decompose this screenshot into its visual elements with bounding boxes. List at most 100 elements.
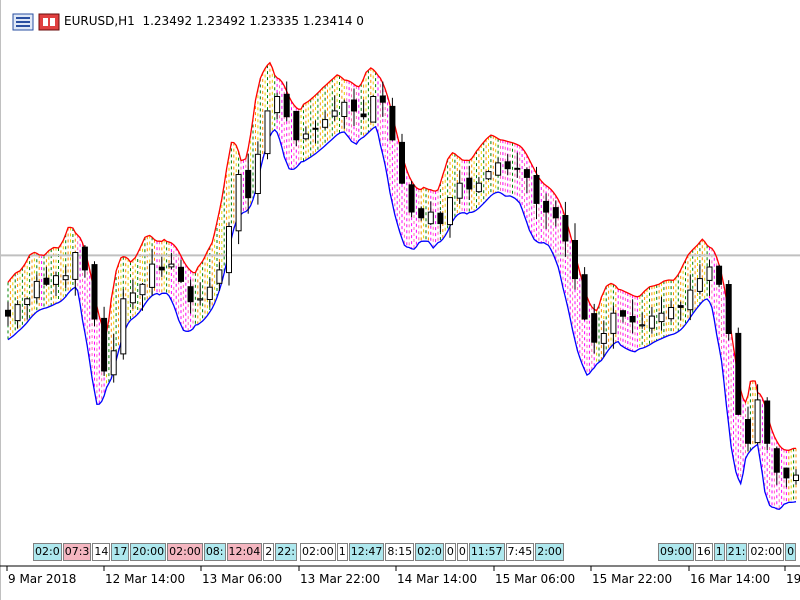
candle-body — [677, 305, 684, 308]
chart-window[interactable]: EURUSD,H1 1.23492 1.23492 1.23335 1.2341… — [0, 0, 800, 600]
candle-body — [668, 307, 675, 320]
candle-body — [101, 317, 108, 372]
candle-body — [302, 133, 309, 140]
candle-body — [552, 207, 559, 219]
time-tag[interactable]: 1 — [713, 543, 725, 561]
candle-body — [226, 226, 232, 274]
candle-body — [764, 400, 771, 444]
time-tag[interactable]: 21: — [725, 543, 748, 561]
candle-body — [399, 141, 405, 184]
window-restore-icon[interactable] — [38, 12, 60, 32]
x-tick-label: 19 — [786, 572, 800, 586]
time-tag[interactable]: 02:00 — [300, 543, 336, 561]
candle-body — [600, 333, 607, 344]
time-tag[interactable]: 02:0 — [33, 543, 62, 561]
time-tag[interactable]: 12:47 — [348, 543, 385, 561]
low-value: 1.23335 — [249, 14, 299, 28]
candle-body — [687, 289, 694, 311]
time-tag[interactable]: 17 — [111, 543, 130, 561]
candle-body — [427, 211, 434, 225]
candle-body — [360, 113, 367, 118]
x-tick-label: 14 Mar 14:00 — [397, 572, 478, 586]
time-tag[interactable]: 02:0 — [415, 543, 444, 561]
candle-body — [206, 286, 213, 301]
candle-body — [312, 127, 319, 130]
candle-body — [716, 265, 723, 285]
time-tag[interactable]: 1 — [336, 543, 348, 561]
candle-body — [149, 263, 156, 288]
candle-body — [187, 286, 194, 303]
candle-body — [24, 298, 31, 305]
candle-body — [437, 212, 444, 225]
time-tag[interactable]: 22: — [275, 543, 297, 561]
candle-body — [620, 310, 626, 317]
candle-body — [706, 266, 713, 281]
candle-body — [53, 275, 59, 285]
high-value: 1.23492 — [195, 14, 246, 28]
candle-body — [178, 266, 184, 282]
candle-body — [504, 161, 511, 170]
candle-body — [773, 448, 780, 473]
close-value: 1.23414 — [302, 14, 353, 28]
x-tick-label: 15 Mar 22:00 — [592, 572, 673, 586]
candle-body — [523, 169, 530, 178]
volume-value: 0 — [356, 14, 364, 28]
time-tag[interactable]: 11:57 — [468, 543, 505, 561]
candle-body — [572, 240, 578, 280]
candle-body — [533, 175, 540, 204]
candle-body — [254, 153, 261, 195]
candle-body — [91, 264, 98, 320]
time-tag[interactable]: 09:00 — [658, 543, 694, 561]
candle-body — [341, 101, 348, 118]
time-tag[interactable]: 02:00 — [748, 543, 785, 561]
candle-body — [389, 105, 396, 141]
candle-body — [581, 274, 588, 320]
candle-body — [514, 167, 521, 170]
time-tag[interactable]: 2 — [263, 543, 275, 561]
time-tag[interactable]: 0 — [785, 543, 797, 561]
time-tag[interactable]: 2:00 — [535, 543, 564, 561]
x-tick-label: 15 Mar 06:00 — [495, 572, 576, 586]
time-tag[interactable]: 0 — [444, 543, 456, 561]
candle-body — [475, 182, 482, 193]
time-tag[interactable]: 7:45 — [505, 543, 535, 561]
chart-list-icon[interactable] — [12, 12, 34, 32]
candle-body — [139, 283, 146, 296]
time-tag[interactable]: 02:00 — [167, 543, 203, 561]
candle-body — [456, 182, 463, 199]
symbol-label: EURUSD,H1 — [64, 14, 135, 28]
candle-body — [110, 350, 117, 376]
candle-body — [322, 119, 329, 128]
price-chart[interactable] — [0, 0, 800, 600]
candle-body — [62, 275, 69, 281]
time-tag[interactable]: 16 — [694, 543, 713, 561]
upper-band-line — [7, 61, 796, 451]
candle-body — [562, 215, 569, 242]
candle-body — [33, 280, 40, 299]
candle-body — [5, 309, 11, 317]
candle-body — [696, 278, 703, 292]
candle-body — [274, 96, 281, 114]
time-tag[interactable]: 20:00 — [130, 543, 167, 561]
candle-body — [745, 419, 751, 444]
time-tag[interactable]: 07:3 — [62, 543, 92, 561]
x-tick-label: 13 Mar 06:00 — [202, 572, 283, 586]
time-tag[interactable]: 12:04 — [226, 543, 263, 561]
candle-body — [370, 96, 377, 123]
candle-body — [735, 332, 742, 415]
candle-body — [658, 312, 665, 323]
x-tick-label: 9 Mar 2018 — [8, 572, 77, 586]
candle-body — [466, 177, 473, 190]
candle-body — [485, 171, 492, 180]
candle-body — [168, 263, 175, 268]
candle-body — [591, 313, 598, 343]
candle-body — [610, 312, 617, 334]
time-tag[interactable]: 0 — [456, 543, 468, 561]
time-tag[interactable]: 08: — [203, 543, 226, 561]
candle-body — [418, 208, 425, 219]
candle-body — [725, 284, 732, 334]
time-tag[interactable]: 8:15 — [385, 543, 415, 561]
time-tag[interactable]: 14 — [92, 543, 111, 561]
candle-body — [120, 298, 127, 355]
candle-body — [14, 304, 21, 322]
